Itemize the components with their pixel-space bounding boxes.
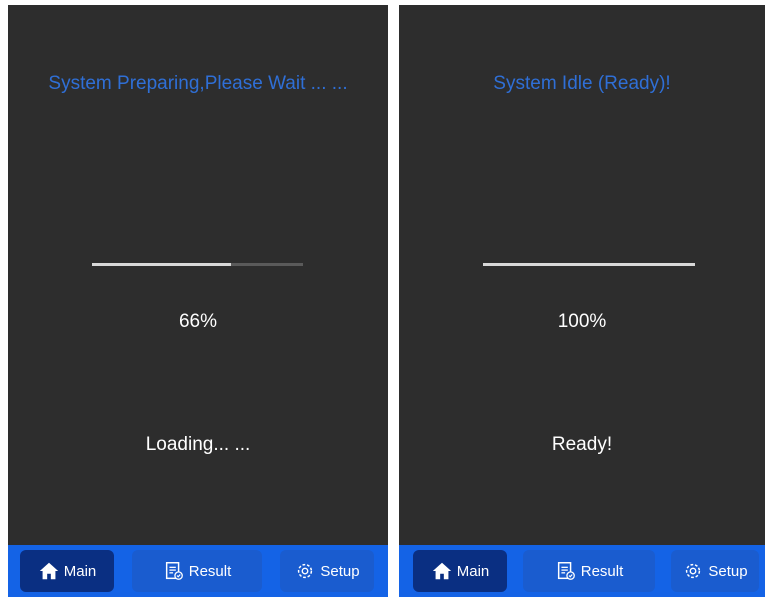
progress-bar [483,263,695,266]
progress-bar [92,263,303,266]
result-icon [557,562,575,580]
home-icon [432,562,451,580]
nav-result-label: Result [188,562,232,580]
nav-main-button[interactable]: Main [413,550,507,592]
status-message: Ready! [551,434,613,455]
nav-main-button[interactable]: Main [20,550,114,592]
progress-percent: 66% [178,311,218,332]
status-message: Loading... ... [145,434,251,455]
progress-fill [92,263,232,266]
nav-main-label: Main [63,562,97,580]
nav-result-label: Result [580,562,624,580]
nav-setup-label: Setup [320,562,360,580]
nav-setup-label: Setup [708,562,748,580]
screen-ready: System Idle (Ready)! 100% Ready! Main Re… [399,5,765,597]
nav-setup-button[interactable]: Setup [671,550,759,592]
nav-result-button[interactable]: Result [132,550,262,592]
progress-percent: 100% [557,311,607,332]
screen-preparing: System Preparing,Please Wait ... ... 66%… [8,5,388,597]
result-icon [165,562,183,580]
status-title: System Preparing,Please Wait ... ... [48,73,348,94]
status-title: System Idle (Ready)! [493,73,671,94]
nav-setup-button[interactable]: Setup [280,550,374,592]
progress-fill [483,263,695,266]
gear-icon [686,563,701,579]
home-icon [39,562,58,580]
nav-result-button[interactable]: Result [523,550,655,592]
nav-main-label: Main [456,562,490,580]
bottom-navbar: Main Result Setup [8,545,388,597]
gear-icon [298,563,313,579]
bottom-navbar: Main Result Setup [399,545,765,597]
